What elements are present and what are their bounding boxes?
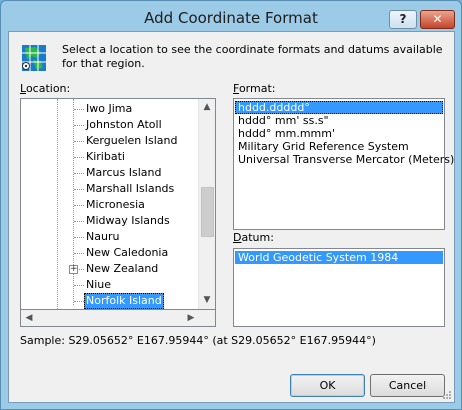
datum-label: Datum:	[233, 231, 274, 244]
ok-button[interactable]: OK	[290, 374, 365, 397]
tree-connector	[74, 157, 84, 158]
tree-item-label: New Caledonia	[86, 246, 169, 259]
tree-item[interactable]: Kiribati	[21, 149, 201, 165]
intro-text: Select a location to see the coordinate …	[62, 43, 443, 70]
tree-connector	[74, 173, 84, 174]
scroll-left-arrow-icon[interactable]: ◀	[21, 310, 37, 326]
format-option[interactable]: Military Grid Reference System	[235, 140, 443, 153]
tree-item[interactable]: Niue	[21, 277, 201, 293]
tree-item[interactable]: Kerguelen Island	[21, 133, 201, 149]
format-option[interactable]: Universal Transverse Mercator (Meters)	[235, 153, 454, 166]
tree-connector	[74, 189, 84, 190]
datum-option[interactable]: World Geodetic System 1984	[235, 251, 443, 264]
tree-connector	[74, 109, 84, 110]
location-horizontal-scrollbar[interactable]: ◀ ▶	[20, 310, 216, 327]
scroll-thumb[interactable]	[201, 187, 214, 237]
tree-item-label: Micronesia	[86, 198, 145, 211]
help-button[interactable]: ?	[389, 10, 417, 29]
tree-item[interactable]: Nauru	[21, 229, 201, 245]
cancel-button[interactable]: Cancel	[370, 374, 445, 397]
tree-item[interactable]: + New Zealand	[21, 261, 201, 277]
format-label-text: ormat:	[238, 82, 276, 95]
tree-item[interactable]: Norfolk Island	[21, 293, 201, 309]
format-label: Format:	[233, 82, 275, 95]
datum-list[interactable]: World Geodetic System 1984	[233, 248, 445, 327]
location-label: Location:	[20, 82, 70, 95]
tree-item[interactable]: Marshall Islands	[21, 181, 201, 197]
format-option[interactable]: hddd.ddddd°	[235, 101, 443, 114]
tree-connector	[74, 301, 84, 302]
dialog-body: Select a location to see the coordinate …	[8, 31, 455, 403]
tree-item[interactable]: Johnston Atoll	[21, 117, 201, 133]
location-tree[interactable]: ▲ ▼ Iwo Jima Johnston Atoll Kerguelen Isla…	[20, 98, 216, 310]
tree-item-label: New Zealand	[86, 262, 159, 275]
format-option[interactable]: hddd° mm' ss.s"	[235, 114, 443, 127]
close-button[interactable]: ✕	[420, 10, 455, 29]
dialog-window: Add Coordinate Format ? ✕ Select a locat…	[0, 0, 462, 410]
scroll-down-arrow-icon[interactable]: ▼	[199, 292, 215, 309]
title-bar[interactable]: Add Coordinate Format ? ✕	[1, 1, 461, 35]
datum-label-text: atum:	[241, 231, 274, 244]
tree-item-label: Johnston Atoll	[86, 118, 162, 131]
tree-item[interactable]: Iwo Jima	[21, 101, 201, 117]
tree-item-label: Nauru	[86, 230, 120, 243]
scroll-up-arrow-icon[interactable]: ▲	[199, 99, 215, 116]
scroll-right-arrow-icon[interactable]: ▶	[183, 310, 199, 326]
tree-connector	[74, 221, 84, 222]
tree-item-label: Iwo Jima	[86, 102, 133, 115]
tree-item-label: Marcus Island	[86, 166, 162, 179]
tree-item[interactable]: Midway Islands	[21, 213, 201, 229]
tree-connector	[74, 125, 84, 126]
tree-item[interactable]: Micronesia	[21, 197, 201, 213]
tree-connector	[74, 253, 84, 254]
tree-expand-icon[interactable]: +	[69, 265, 78, 274]
tree-connector	[74, 205, 84, 206]
tree-item-label: Kiribati	[86, 150, 125, 163]
tree-connector	[74, 285, 84, 286]
tree-item-label: Marshall Islands	[86, 182, 175, 195]
tree-connector	[74, 237, 84, 238]
tree-item[interactable]: Marcus Island	[21, 165, 201, 181]
resize-grip-icon[interactable]	[442, 390, 452, 400]
tree-connector	[74, 141, 84, 142]
location-label-text: ocation:	[25, 82, 71, 95]
format-list[interactable]: hddd.ddddd° hddd° mm' ss.s" hddd° mm.mmm' M…	[233, 98, 454, 230]
tree-item-label: Midway Islands	[86, 214, 170, 227]
sample-text: Sample: S29.05652° E167.95944° (at S29.0…	[20, 334, 376, 347]
tree-item-label: Kerguelen Island	[86, 134, 178, 147]
globe-grid-icon	[22, 45, 46, 71]
tree-item-label: Norfolk Island	[84, 293, 164, 309]
tree-item[interactable]: New Caledonia	[21, 245, 201, 261]
format-option[interactable]: hddd° mm.mmm'	[235, 127, 443, 140]
tree-item-label: Niue	[86, 278, 112, 291]
